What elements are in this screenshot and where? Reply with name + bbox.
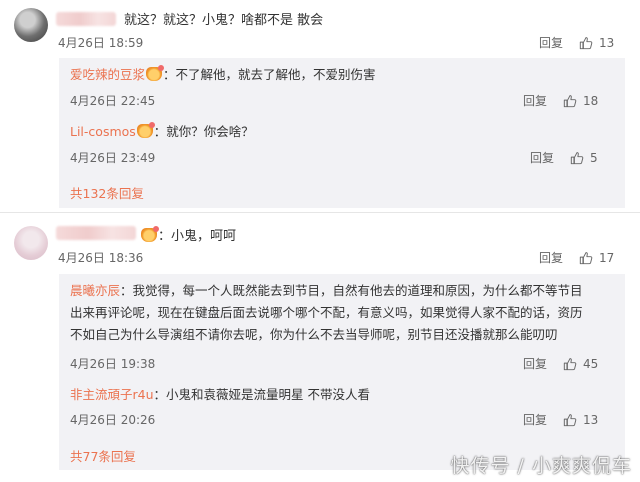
avatar[interactable]: [14, 226, 48, 260]
reply-time: 4月26日 22:45: [70, 94, 156, 108]
reply-text: ：不了解他，就去了解他，不爱别伤害: [163, 67, 376, 82]
thumbs-up-icon[interactable]: [570, 151, 584, 165]
blurred-username: [56, 12, 116, 26]
watermark: 快传号 / 小爽爽侃车: [450, 455, 632, 477]
comment-line: ：小鬼，呵呵: [140, 225, 236, 244]
reply-time: 4月26日 23:49: [70, 151, 156, 165]
reply-button[interactable]: 回复: [523, 411, 547, 428]
like-count: 18: [583, 93, 599, 108]
reply-username[interactable]: Lil-cosmos: [70, 124, 136, 139]
comment-time: 4月26日 18:36: [58, 251, 144, 265]
reply-button[interactable]: 回复: [539, 249, 563, 266]
comment-text: ：小鬼，呵呵: [158, 229, 237, 244]
comment-actions: 回复 17: [539, 249, 614, 266]
divider: [0, 212, 640, 213]
thumbs-up-icon[interactable]: [563, 357, 577, 371]
like-count: 13: [599, 35, 615, 50]
reply-time: 4月26日 20:26: [70, 413, 156, 427]
reply-actions: 回复 18: [523, 92, 598, 109]
comment-time: 4月26日 18:59: [58, 36, 144, 50]
reply-button[interactable]: 回复: [539, 34, 563, 51]
reply-username[interactable]: 晨曦亦辰: [70, 283, 120, 298]
vip-badge-icon: [141, 226, 159, 242]
vip-badge-icon: [146, 65, 165, 81]
reply-line: Lil-cosmos ：就你？你会啥？: [70, 121, 254, 143]
vip-badge-icon: [136, 122, 155, 138]
reply-text-line-1: ：我觉得，每一个人既然能去到节目，自然有他去的道理和原因，为什么都不等节目: [120, 283, 583, 298]
more-replies-link[interactable]: 共132条回复: [70, 183, 144, 202]
like-count: 13: [583, 412, 599, 427]
reply-text: ：就你？你会啥？: [153, 124, 254, 139]
reply-text: ：小鬼和袁薇娅是流量明星 不带没人看: [153, 387, 370, 402]
comment-actions: 回复 13: [539, 34, 614, 51]
thumbs-up-icon[interactable]: [579, 251, 593, 265]
reply-box: 爱吃辣的豆浆 ：不了解他，就去了解他，不爱别伤害 4月26日 22:45 回复 1…: [59, 58, 625, 208]
thumbs-up-icon[interactable]: [563, 94, 577, 108]
reply-actions: 回复 45: [523, 355, 598, 372]
reply-username[interactable]: 爱吃辣的豆浆: [70, 67, 145, 82]
reply-button[interactable]: 回复: [523, 92, 547, 109]
reply-time: 4月26日 19:38: [70, 357, 156, 371]
avatar[interactable]: [14, 8, 48, 42]
reply-line: 非主流頑子r4u：小鬼和袁薇娅是流量明星 不带没人看: [70, 384, 370, 406]
reply-line: 晨曦亦辰：我觉得，每一个人既然能去到节目，自然有他去的道理和原因，为什么都不等节…: [70, 280, 583, 302]
reply-text-line-3: 不如自己为什么导演组不请你去呢，你为什么不去当导师呢，别节目还没播就那么能叨叨: [70, 327, 558, 342]
reply-line: 爱吃辣的豆浆 ：不了解他，就去了解他，不爱别伤害: [70, 64, 376, 86]
thumbs-up-icon[interactable]: [579, 36, 593, 50]
reply-box: 晨曦亦辰：我觉得，每一个人既然能去到节目，自然有他去的道理和原因，为什么都不等节…: [59, 274, 625, 470]
reply-actions: 回复 5: [530, 149, 598, 166]
reply-actions: 回复 13: [523, 411, 598, 428]
thumbs-up-icon[interactable]: [563, 413, 577, 427]
reply-button[interactable]: 回复: [530, 149, 554, 166]
blurred-username: [56, 226, 136, 240]
like-count: 45: [583, 356, 599, 371]
comment-text: 就这？就这？小鬼？啥都不是 散会: [124, 13, 324, 28]
reply-username[interactable]: 非主流頑子r4u: [70, 387, 154, 402]
more-replies-link[interactable]: 共77条回复: [70, 446, 136, 465]
like-count: 5: [590, 150, 598, 165]
reply-button[interactable]: 回复: [523, 355, 547, 372]
reply-text-line-2: 出来再评论呢，现在在键盘后面去说哪个哪个不配，有意义吗，如果觉得人家不配的话，资…: [70, 305, 583, 320]
like-count: 17: [599, 250, 615, 265]
